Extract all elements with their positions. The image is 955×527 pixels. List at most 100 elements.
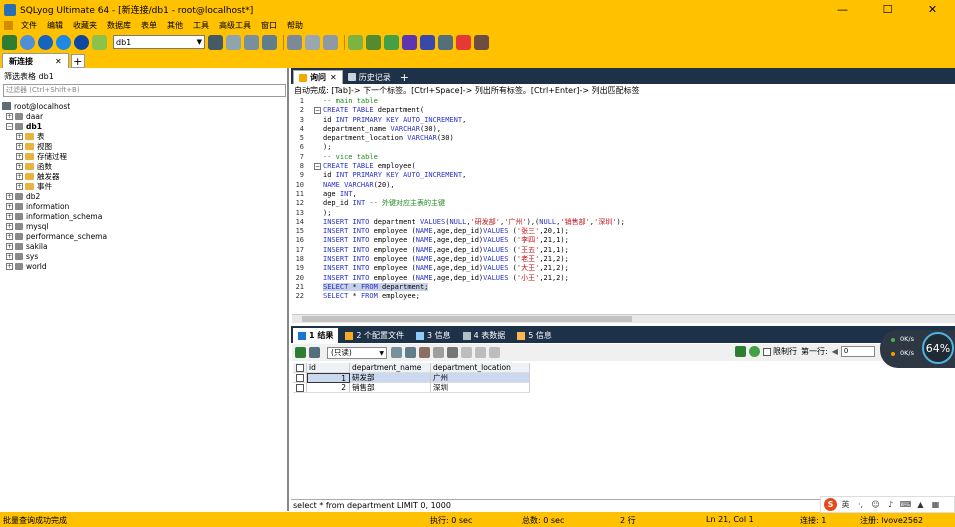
row-checkbox[interactable]: [295, 383, 304, 392]
sql-editor[interactable]: 1 2 3 4 5 6 7 8 9 10 11 12 13 14 15 16 17 18 19 20 21 22 − − -…: [292, 97, 955, 313]
row-checkbox[interactable]: [295, 373, 304, 382]
expand-icon[interactable]: +: [16, 152, 23, 160]
punctuation-icon[interactable]: ·,: [855, 499, 866, 510]
tab-messages[interactable]: 3 信息: [411, 328, 456, 343]
save-icon[interactable]: [419, 347, 430, 358]
code-line[interactable]: CREATE TABLE department(: [323, 106, 943, 115]
minimize-button[interactable]: —: [820, 0, 865, 19]
tree-item[interactable]: + information: [2, 201, 282, 211]
tree-item[interactable]: + world: [2, 261, 282, 271]
code-line[interactable]: CREATE TABLE employee(: [323, 162, 943, 171]
tree-item[interactable]: + 表: [2, 131, 282, 141]
schema-designer-icon[interactable]: [287, 34, 302, 50]
new-query-icon[interactable]: [20, 34, 35, 50]
select-all-checkbox-cell[interactable]: [293, 363, 307, 373]
expand-icon[interactable]: +: [6, 252, 13, 260]
copy-icon[interactable]: [391, 347, 402, 358]
skin-icon[interactable]: ▲: [915, 499, 926, 510]
menu-edit[interactable]: 编辑: [42, 20, 68, 31]
code-line[interactable]: INSERT INTO employee (NAME,age,dep_id)VA…: [323, 274, 943, 283]
readonly-select[interactable]: (只读) ▼: [327, 346, 387, 359]
close-button[interactable]: ✕: [910, 0, 955, 19]
tree-item[interactable]: + sakila: [2, 241, 282, 251]
menu-help[interactable]: 帮助: [282, 20, 308, 31]
tree-item[interactable]: + sys: [2, 251, 282, 261]
tab-query[interactable]: 询问 ✕: [293, 70, 343, 84]
code-line[interactable]: id INT PRIMARY KEY AUTO_INCREMENT,: [323, 171, 943, 180]
code-line[interactable]: INSERT INTO department VALUES(NULL,'研发部'…: [323, 218, 943, 227]
emoji-icon[interactable]: ☺: [870, 499, 881, 510]
tree-item[interactable]: − db1: [2, 121, 282, 131]
code-line[interactable]: -- main table: [323, 97, 943, 106]
prev-page-icon[interactable]: ◀: [832, 347, 838, 356]
tree-item[interactable]: + 函数: [2, 161, 282, 171]
sogou-logo-icon[interactable]: S: [824, 498, 837, 511]
stop-icon[interactable]: [92, 34, 107, 50]
add-connection-button[interactable]: +: [70, 54, 85, 68]
code-line[interactable]: department_name VARCHAR(30),: [323, 125, 943, 134]
tab-result[interactable]: 1 结果: [293, 328, 339, 343]
compare-icon[interactable]: [366, 34, 381, 50]
expand-icon[interactable]: +: [6, 112, 13, 120]
paste-icon[interactable]: [405, 347, 416, 358]
ime-mode-toggle[interactable]: 英: [840, 499, 851, 510]
cell-id[interactable]: 1: [307, 373, 350, 383]
fold-toggle-icon[interactable]: −: [314, 107, 321, 115]
close-icon[interactable]: ✕: [55, 57, 62, 66]
expand-icon[interactable]: +: [16, 142, 23, 150]
refresh-icon[interactable]: [74, 34, 89, 50]
network-speed-widget[interactable]: 0K/s 0K/s 64%: [880, 330, 955, 368]
expand-icon[interactable]: +: [6, 262, 13, 270]
column-header-department-location[interactable]: department_location: [431, 363, 530, 373]
tab-table-data[interactable]: 4 表数据: [458, 328, 511, 343]
tab-profile[interactable]: 2 个配置文件: [340, 328, 409, 343]
code-line[interactable]: );: [323, 143, 943, 152]
expand-icon[interactable]: +: [16, 162, 23, 170]
expand-icon[interactable]: +: [6, 212, 13, 220]
user-manager-icon[interactable]: [208, 34, 223, 50]
delete-icon[interactable]: [433, 347, 444, 358]
code-line[interactable]: SELECT * FROM employee;: [323, 292, 943, 301]
tab-history[interactable]: 历史记录: [343, 70, 396, 84]
close-icon[interactable]: ✕: [330, 73, 337, 82]
query-builder-icon[interactable]: [305, 34, 320, 50]
code-line[interactable]: age INT,: [323, 190, 943, 199]
select-all-checkbox[interactable]: [295, 363, 304, 372]
expand-icon[interactable]: +: [6, 232, 13, 240]
tab-info[interactable]: 5 信息: [512, 328, 557, 343]
menu-table[interactable]: 表单: [136, 20, 162, 31]
menu-tools[interactable]: 工具: [188, 20, 214, 31]
column-header-department-name[interactable]: department_name: [350, 363, 431, 373]
menu-advanced-tools[interactable]: 高级工具: [214, 20, 256, 31]
export-icon[interactable]: [309, 347, 320, 358]
menu-file[interactable]: 文件: [16, 20, 42, 31]
tree-item[interactable]: + information_schema: [2, 211, 282, 221]
scheduler-icon[interactable]: [402, 34, 417, 50]
code-line[interactable]: INSERT INTO employee (NAME,age,dep_id)VA…: [323, 255, 943, 264]
grid-view-alt-icon[interactable]: [489, 347, 500, 358]
code-area[interactable]: -- main table CREATE TABLE department(id …: [323, 97, 943, 302]
code-line[interactable]: dep_id INT -- 外键对应主表的主键: [323, 199, 943, 208]
expand-icon[interactable]: +: [6, 222, 13, 230]
limit-rows-checkbox[interactable]: [763, 347, 771, 356]
execute-all-icon[interactable]: [56, 34, 71, 50]
sync-icon[interactable]: [348, 34, 363, 50]
scrollbar-thumb[interactable]: [302, 316, 632, 322]
new-connection-icon[interactable]: [2, 34, 17, 50]
code-line[interactable]: INSERT INTO employee (NAME,age,dep_id)VA…: [323, 264, 943, 273]
menu-window[interactable]: 窗口: [256, 20, 282, 31]
tree-item[interactable]: + 视图: [2, 141, 282, 151]
menu-other[interactable]: 其他: [162, 20, 188, 31]
expand-icon[interactable]: +: [16, 172, 23, 180]
connection-tab[interactable]: 新连接 ✕: [2, 53, 69, 68]
table-row[interactable]: 1 研发部 广州: [293, 373, 530, 383]
restore-icon[interactable]: [244, 34, 259, 50]
code-line[interactable]: INSERT INTO employee (NAME,age,dep_id)VA…: [323, 236, 943, 245]
code-line[interactable]: id INT PRIMARY KEY AUTO_INCREMENT,: [323, 116, 943, 125]
first-row-input[interactable]: 0: [840, 346, 875, 357]
tree-item[interactable]: + performance_schema: [2, 231, 282, 241]
refresh-result-icon[interactable]: [447, 347, 458, 358]
maximize-button[interactable]: ☐: [865, 0, 910, 19]
grid-view-icon[interactable]: [295, 347, 306, 358]
expand-icon[interactable]: +: [6, 242, 13, 250]
